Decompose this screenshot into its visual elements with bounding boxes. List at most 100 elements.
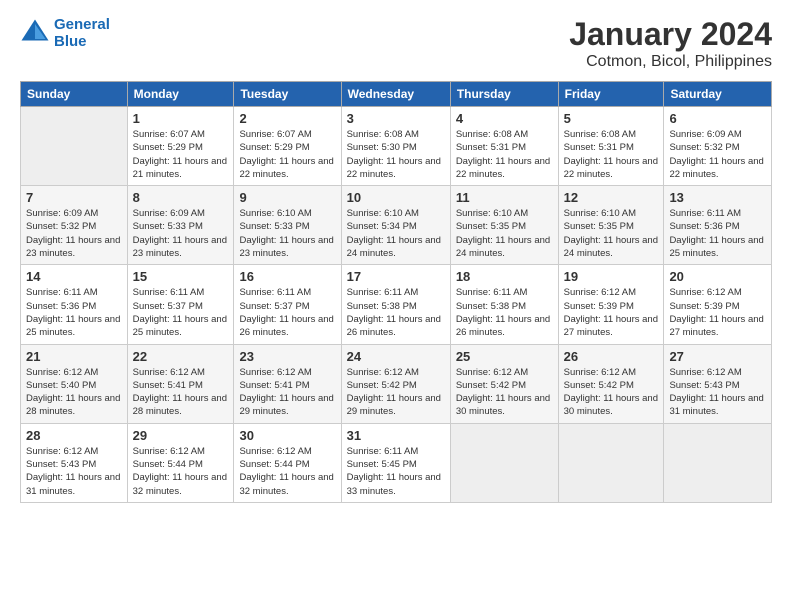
day-number: 15 (133, 269, 229, 284)
day-number: 9 (239, 190, 335, 205)
day-number: 30 (239, 428, 335, 443)
calendar-cell: 19 Sunrise: 6:12 AMSunset: 5:39 PMDaylig… (558, 265, 664, 344)
day-number: 21 (26, 349, 122, 364)
page: General Blue January 2024 Cotmon, Bicol,… (0, 0, 792, 513)
calendar-cell: 25 Sunrise: 6:12 AMSunset: 5:42 PMDaylig… (450, 344, 558, 423)
day-info: Sunrise: 6:12 AMSunset: 5:44 PMDaylight:… (239, 445, 335, 498)
calendar-cell: 20 Sunrise: 6:12 AMSunset: 5:39 PMDaylig… (664, 265, 772, 344)
day-number: 14 (26, 269, 122, 284)
calendar-title: January 2024 (569, 16, 772, 53)
header-saturday: Saturday (664, 82, 772, 107)
day-number: 24 (347, 349, 445, 364)
calendar-cell: 3 Sunrise: 6:08 AMSunset: 5:30 PMDayligh… (341, 107, 450, 186)
header-tuesday: Tuesday (234, 82, 341, 107)
calendar-cell (558, 423, 664, 502)
day-number: 12 (564, 190, 659, 205)
day-number: 17 (347, 269, 445, 284)
calendar-cell: 28 Sunrise: 6:12 AMSunset: 5:43 PMDaylig… (21, 423, 128, 502)
day-number: 10 (347, 190, 445, 205)
calendar-cell: 18 Sunrise: 6:11 AMSunset: 5:38 PMDaylig… (450, 265, 558, 344)
day-info: Sunrise: 6:12 AMSunset: 5:42 PMDaylight:… (347, 366, 445, 419)
day-info: Sunrise: 6:10 AMSunset: 5:33 PMDaylight:… (239, 207, 335, 260)
logo-text: General Blue (54, 16, 110, 50)
header-wednesday: Wednesday (341, 82, 450, 107)
day-info: Sunrise: 6:08 AMSunset: 5:30 PMDaylight:… (347, 128, 445, 181)
day-number: 13 (669, 190, 766, 205)
calendar-cell: 10 Sunrise: 6:10 AMSunset: 5:34 PMDaylig… (341, 186, 450, 265)
day-info: Sunrise: 6:11 AMSunset: 5:36 PMDaylight:… (26, 286, 122, 339)
day-info: Sunrise: 6:12 AMSunset: 5:41 PMDaylight:… (239, 366, 335, 419)
calendar-table: Sunday Monday Tuesday Wednesday Thursday… (20, 81, 772, 503)
calendar-cell: 13 Sunrise: 6:11 AMSunset: 5:36 PMDaylig… (664, 186, 772, 265)
day-info: Sunrise: 6:07 AMSunset: 5:29 PMDaylight:… (133, 128, 229, 181)
day-info: Sunrise: 6:09 AMSunset: 5:32 PMDaylight:… (26, 207, 122, 260)
day-info: Sunrise: 6:11 AMSunset: 5:38 PMDaylight:… (347, 286, 445, 339)
calendar-cell: 27 Sunrise: 6:12 AMSunset: 5:43 PMDaylig… (664, 344, 772, 423)
calendar-cell: 7 Sunrise: 6:09 AMSunset: 5:32 PMDayligh… (21, 186, 128, 265)
logo: General Blue (20, 16, 110, 50)
day-info: Sunrise: 6:07 AMSunset: 5:29 PMDaylight:… (239, 128, 335, 181)
calendar-cell: 29 Sunrise: 6:12 AMSunset: 5:44 PMDaylig… (127, 423, 234, 502)
calendar-week-row: 1 Sunrise: 6:07 AMSunset: 5:29 PMDayligh… (21, 107, 772, 186)
day-number: 5 (564, 111, 659, 126)
day-number: 26 (564, 349, 659, 364)
day-info: Sunrise: 6:11 AMSunset: 5:45 PMDaylight:… (347, 445, 445, 498)
calendar-cell: 1 Sunrise: 6:07 AMSunset: 5:29 PMDayligh… (127, 107, 234, 186)
calendar-subtitle: Cotmon, Bicol, Philippines (569, 53, 772, 71)
calendar-cell: 2 Sunrise: 6:07 AMSunset: 5:29 PMDayligh… (234, 107, 341, 186)
calendar-week-row: 14 Sunrise: 6:11 AMSunset: 5:36 PMDaylig… (21, 265, 772, 344)
day-number: 19 (564, 269, 659, 284)
calendar-cell: 24 Sunrise: 6:12 AMSunset: 5:42 PMDaylig… (341, 344, 450, 423)
day-number: 28 (26, 428, 122, 443)
header-thursday: Thursday (450, 82, 558, 107)
day-number: 20 (669, 269, 766, 284)
day-info: Sunrise: 6:08 AMSunset: 5:31 PMDaylight:… (564, 128, 659, 181)
calendar-cell: 22 Sunrise: 6:12 AMSunset: 5:41 PMDaylig… (127, 344, 234, 423)
calendar-week-row: 21 Sunrise: 6:12 AMSunset: 5:40 PMDaylig… (21, 344, 772, 423)
day-number: 27 (669, 349, 766, 364)
calendar-week-row: 7 Sunrise: 6:09 AMSunset: 5:32 PMDayligh… (21, 186, 772, 265)
calendar-cell: 30 Sunrise: 6:12 AMSunset: 5:44 PMDaylig… (234, 423, 341, 502)
header-sunday: Sunday (21, 82, 128, 107)
day-info: Sunrise: 6:12 AMSunset: 5:42 PMDaylight:… (564, 366, 659, 419)
day-info: Sunrise: 6:12 AMSunset: 5:44 PMDaylight:… (133, 445, 229, 498)
calendar-week-row: 28 Sunrise: 6:12 AMSunset: 5:43 PMDaylig… (21, 423, 772, 502)
day-number: 25 (456, 349, 553, 364)
day-number: 22 (133, 349, 229, 364)
day-number: 29 (133, 428, 229, 443)
logo-icon (20, 18, 50, 48)
day-info: Sunrise: 6:10 AMSunset: 5:34 PMDaylight:… (347, 207, 445, 260)
calendar-cell: 16 Sunrise: 6:11 AMSunset: 5:37 PMDaylig… (234, 265, 341, 344)
calendar-cell: 15 Sunrise: 6:11 AMSunset: 5:37 PMDaylig… (127, 265, 234, 344)
header: General Blue January 2024 Cotmon, Bicol,… (20, 16, 772, 71)
calendar-cell: 11 Sunrise: 6:10 AMSunset: 5:35 PMDaylig… (450, 186, 558, 265)
calendar-cell: 31 Sunrise: 6:11 AMSunset: 5:45 PMDaylig… (341, 423, 450, 502)
day-number: 6 (669, 111, 766, 126)
day-info: Sunrise: 6:11 AMSunset: 5:36 PMDaylight:… (669, 207, 766, 260)
day-number: 2 (239, 111, 335, 126)
day-info: Sunrise: 6:11 AMSunset: 5:37 PMDaylight:… (133, 286, 229, 339)
day-info: Sunrise: 6:11 AMSunset: 5:38 PMDaylight:… (456, 286, 553, 339)
day-number: 16 (239, 269, 335, 284)
day-info: Sunrise: 6:12 AMSunset: 5:42 PMDaylight:… (456, 366, 553, 419)
calendar-cell: 26 Sunrise: 6:12 AMSunset: 5:42 PMDaylig… (558, 344, 664, 423)
day-number: 23 (239, 349, 335, 364)
day-info: Sunrise: 6:12 AMSunset: 5:43 PMDaylight:… (26, 445, 122, 498)
day-info: Sunrise: 6:09 AMSunset: 5:32 PMDaylight:… (669, 128, 766, 181)
day-number: 18 (456, 269, 553, 284)
day-info: Sunrise: 6:08 AMSunset: 5:31 PMDaylight:… (456, 128, 553, 181)
calendar-cell: 12 Sunrise: 6:10 AMSunset: 5:35 PMDaylig… (558, 186, 664, 265)
day-number: 3 (347, 111, 445, 126)
day-number: 7 (26, 190, 122, 205)
calendar-cell: 5 Sunrise: 6:08 AMSunset: 5:31 PMDayligh… (558, 107, 664, 186)
day-number: 1 (133, 111, 229, 126)
days-header-row: Sunday Monday Tuesday Wednesday Thursday… (21, 82, 772, 107)
day-info: Sunrise: 6:12 AMSunset: 5:43 PMDaylight:… (669, 366, 766, 419)
calendar-cell (21, 107, 128, 186)
day-info: Sunrise: 6:11 AMSunset: 5:37 PMDaylight:… (239, 286, 335, 339)
day-info: Sunrise: 6:12 AMSunset: 5:40 PMDaylight:… (26, 366, 122, 419)
day-info: Sunrise: 6:12 AMSunset: 5:39 PMDaylight:… (669, 286, 766, 339)
calendar-cell: 14 Sunrise: 6:11 AMSunset: 5:36 PMDaylig… (21, 265, 128, 344)
day-number: 31 (347, 428, 445, 443)
calendar-cell: 23 Sunrise: 6:12 AMSunset: 5:41 PMDaylig… (234, 344, 341, 423)
